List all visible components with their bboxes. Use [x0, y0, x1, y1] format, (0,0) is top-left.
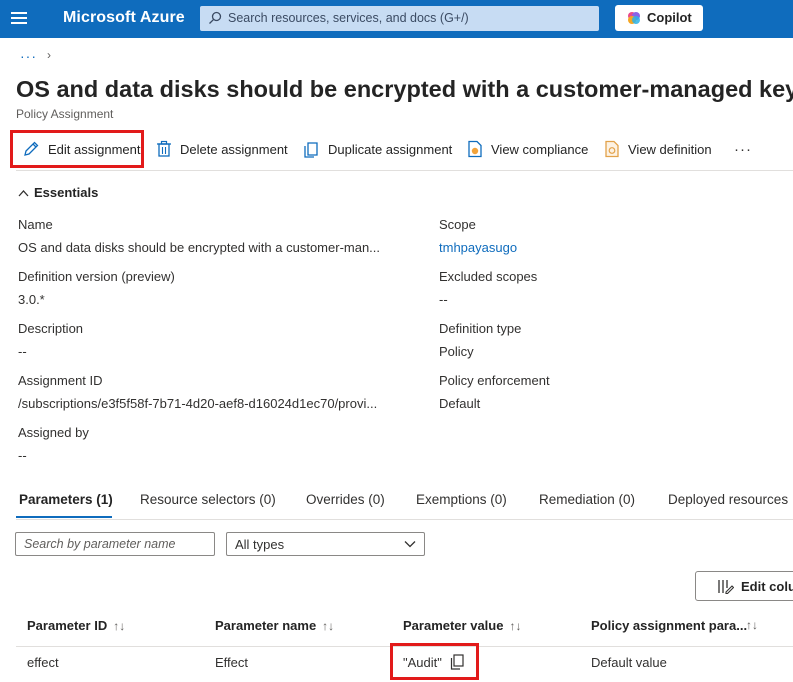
- highlight-box-edit-assignment: [10, 130, 144, 168]
- essentials-heading: Essentials: [34, 185, 99, 200]
- edit-columns-label: Edit colu: [741, 579, 793, 594]
- assignment-id-value: /subscriptions/e3f5f58f-7b71-4d20-aef8-d…: [18, 396, 378, 411]
- edit-columns-button[interactable]: Edit colu: [695, 571, 793, 601]
- essentials-toggle[interactable]: Essentials: [18, 185, 98, 200]
- view-definition-button[interactable]: View definition: [604, 131, 712, 167]
- header-parameter-id-label: Parameter ID: [27, 618, 108, 633]
- chevron-up-icon: [18, 189, 29, 196]
- excluded-scopes-value: --: [439, 292, 448, 307]
- columns-icon: [718, 580, 734, 594]
- tab-overrides[interactable]: Overrides (0): [306, 492, 385, 507]
- breadcrumb-ellipsis[interactable]: ···: [20, 48, 37, 64]
- highlight-box-parameter-value: [390, 643, 479, 680]
- breadcrumb-chevron-icon: ›: [47, 48, 51, 62]
- excluded-scopes-label: Excluded scopes: [439, 269, 538, 284]
- page-title: OS and data disks should be encrypted wi…: [16, 76, 793, 102]
- sort-icon: ↑↓: [322, 619, 335, 633]
- assigned-by-label: Assigned by: [18, 425, 89, 440]
- duplicate-icon: [304, 142, 318, 158]
- brand-title[interactable]: Microsoft Azure: [63, 9, 185, 27]
- search-icon: [209, 11, 222, 24]
- tab-exemptions[interactable]: Exemptions (0): [416, 492, 507, 507]
- scope-link[interactable]: tmhpayasugo: [439, 240, 517, 255]
- type-filter-value: All types: [235, 537, 285, 552]
- sort-icon: ↑↓: [113, 619, 126, 633]
- more-actions-button[interactable]: ···: [734, 131, 752, 167]
- copilot-button[interactable]: Copilot: [615, 5, 703, 31]
- sort-icon: ↑↓: [509, 619, 522, 633]
- trash-icon: [157, 140, 171, 157]
- name-value: OS and data disks should be encrypted wi…: [18, 240, 381, 255]
- view-compliance-label: View compliance: [491, 141, 589, 157]
- definition-icon: [605, 140, 619, 158]
- header-parameter-name-label: Parameter name: [215, 618, 317, 633]
- policy-enforcement-label: Policy enforcement: [439, 373, 550, 388]
- tab-remediation[interactable]: Remediation (0): [539, 492, 635, 507]
- view-compliance-button[interactable]: View compliance: [467, 131, 588, 167]
- header-policy-assignment-parameter[interactable]: Policy assignment para...: [591, 618, 747, 633]
- description-label: Description: [18, 321, 84, 336]
- definition-type-value: Policy: [439, 344, 474, 359]
- header-parameter-value[interactable]: Parameter value ↑↓: [403, 618, 521, 633]
- copilot-icon: [628, 12, 640, 24]
- toolbar-divider: [16, 170, 793, 171]
- cell-policy-assignment-parameter: Default value: [591, 655, 667, 670]
- parameter-search-input[interactable]: [16, 533, 214, 555]
- tabs-divider: [16, 519, 793, 520]
- definition-type-label: Definition type: [439, 321, 522, 336]
- compliance-icon: [468, 140, 482, 158]
- page-subtitle: Policy Assignment: [16, 107, 114, 121]
- delete-assignment-label: Delete assignment: [180, 141, 288, 157]
- assignment-id-label: Assignment ID: [18, 373, 103, 388]
- policy-enforcement-value: Default: [439, 396, 481, 411]
- parameter-search-field: [15, 532, 215, 556]
- tab-parameters[interactable]: Parameters (1): [19, 492, 113, 507]
- cell-parameter-id: effect: [27, 655, 59, 670]
- delete-assignment-button[interactable]: Delete assignment: [156, 131, 288, 167]
- search-placeholder: Search resources, services, and docs (G+…: [228, 11, 469, 25]
- scope-label: Scope: [439, 217, 476, 232]
- name-label: Name: [18, 217, 53, 232]
- tab-resource-selectors[interactable]: Resource selectors (0): [140, 492, 276, 507]
- duplicate-assignment-button[interactable]: Duplicate assignment: [303, 131, 452, 167]
- global-search-input[interactable]: Search resources, services, and docs (G+…: [200, 6, 599, 31]
- header-policy-assignment-parameter-label: Policy assignment para...: [591, 618, 748, 633]
- duplicate-assignment-label: Duplicate assignment: [328, 141, 453, 157]
- header-parameter-id[interactable]: Parameter ID ↑↓: [27, 618, 125, 633]
- tab-deployed-resources[interactable]: Deployed resources: [668, 492, 788, 507]
- assigned-by-value: --: [18, 448, 27, 463]
- top-navigation-bar: Microsoft Azure Search resources, servic…: [0, 0, 793, 38]
- active-tab-indicator: [16, 516, 112, 518]
- description-value: --: [18, 344, 27, 359]
- hamburger-menu-icon[interactable]: [11, 12, 27, 26]
- definition-version-label: Definition version (preview): [18, 269, 175, 284]
- definition-version-value: 3.0.*: [18, 292, 45, 307]
- chevron-down-icon: [404, 541, 416, 548]
- copilot-label: Copilot: [647, 10, 692, 25]
- sort-icon[interactable]: ↑↓: [746, 618, 758, 632]
- cell-parameter-name: Effect: [215, 655, 249, 670]
- header-parameter-value-label: Parameter value: [403, 618, 504, 633]
- header-parameter-name[interactable]: Parameter name ↑↓: [215, 618, 334, 633]
- type-filter-dropdown[interactable]: All types: [226, 532, 425, 556]
- view-definition-label: View definition: [628, 141, 712, 157]
